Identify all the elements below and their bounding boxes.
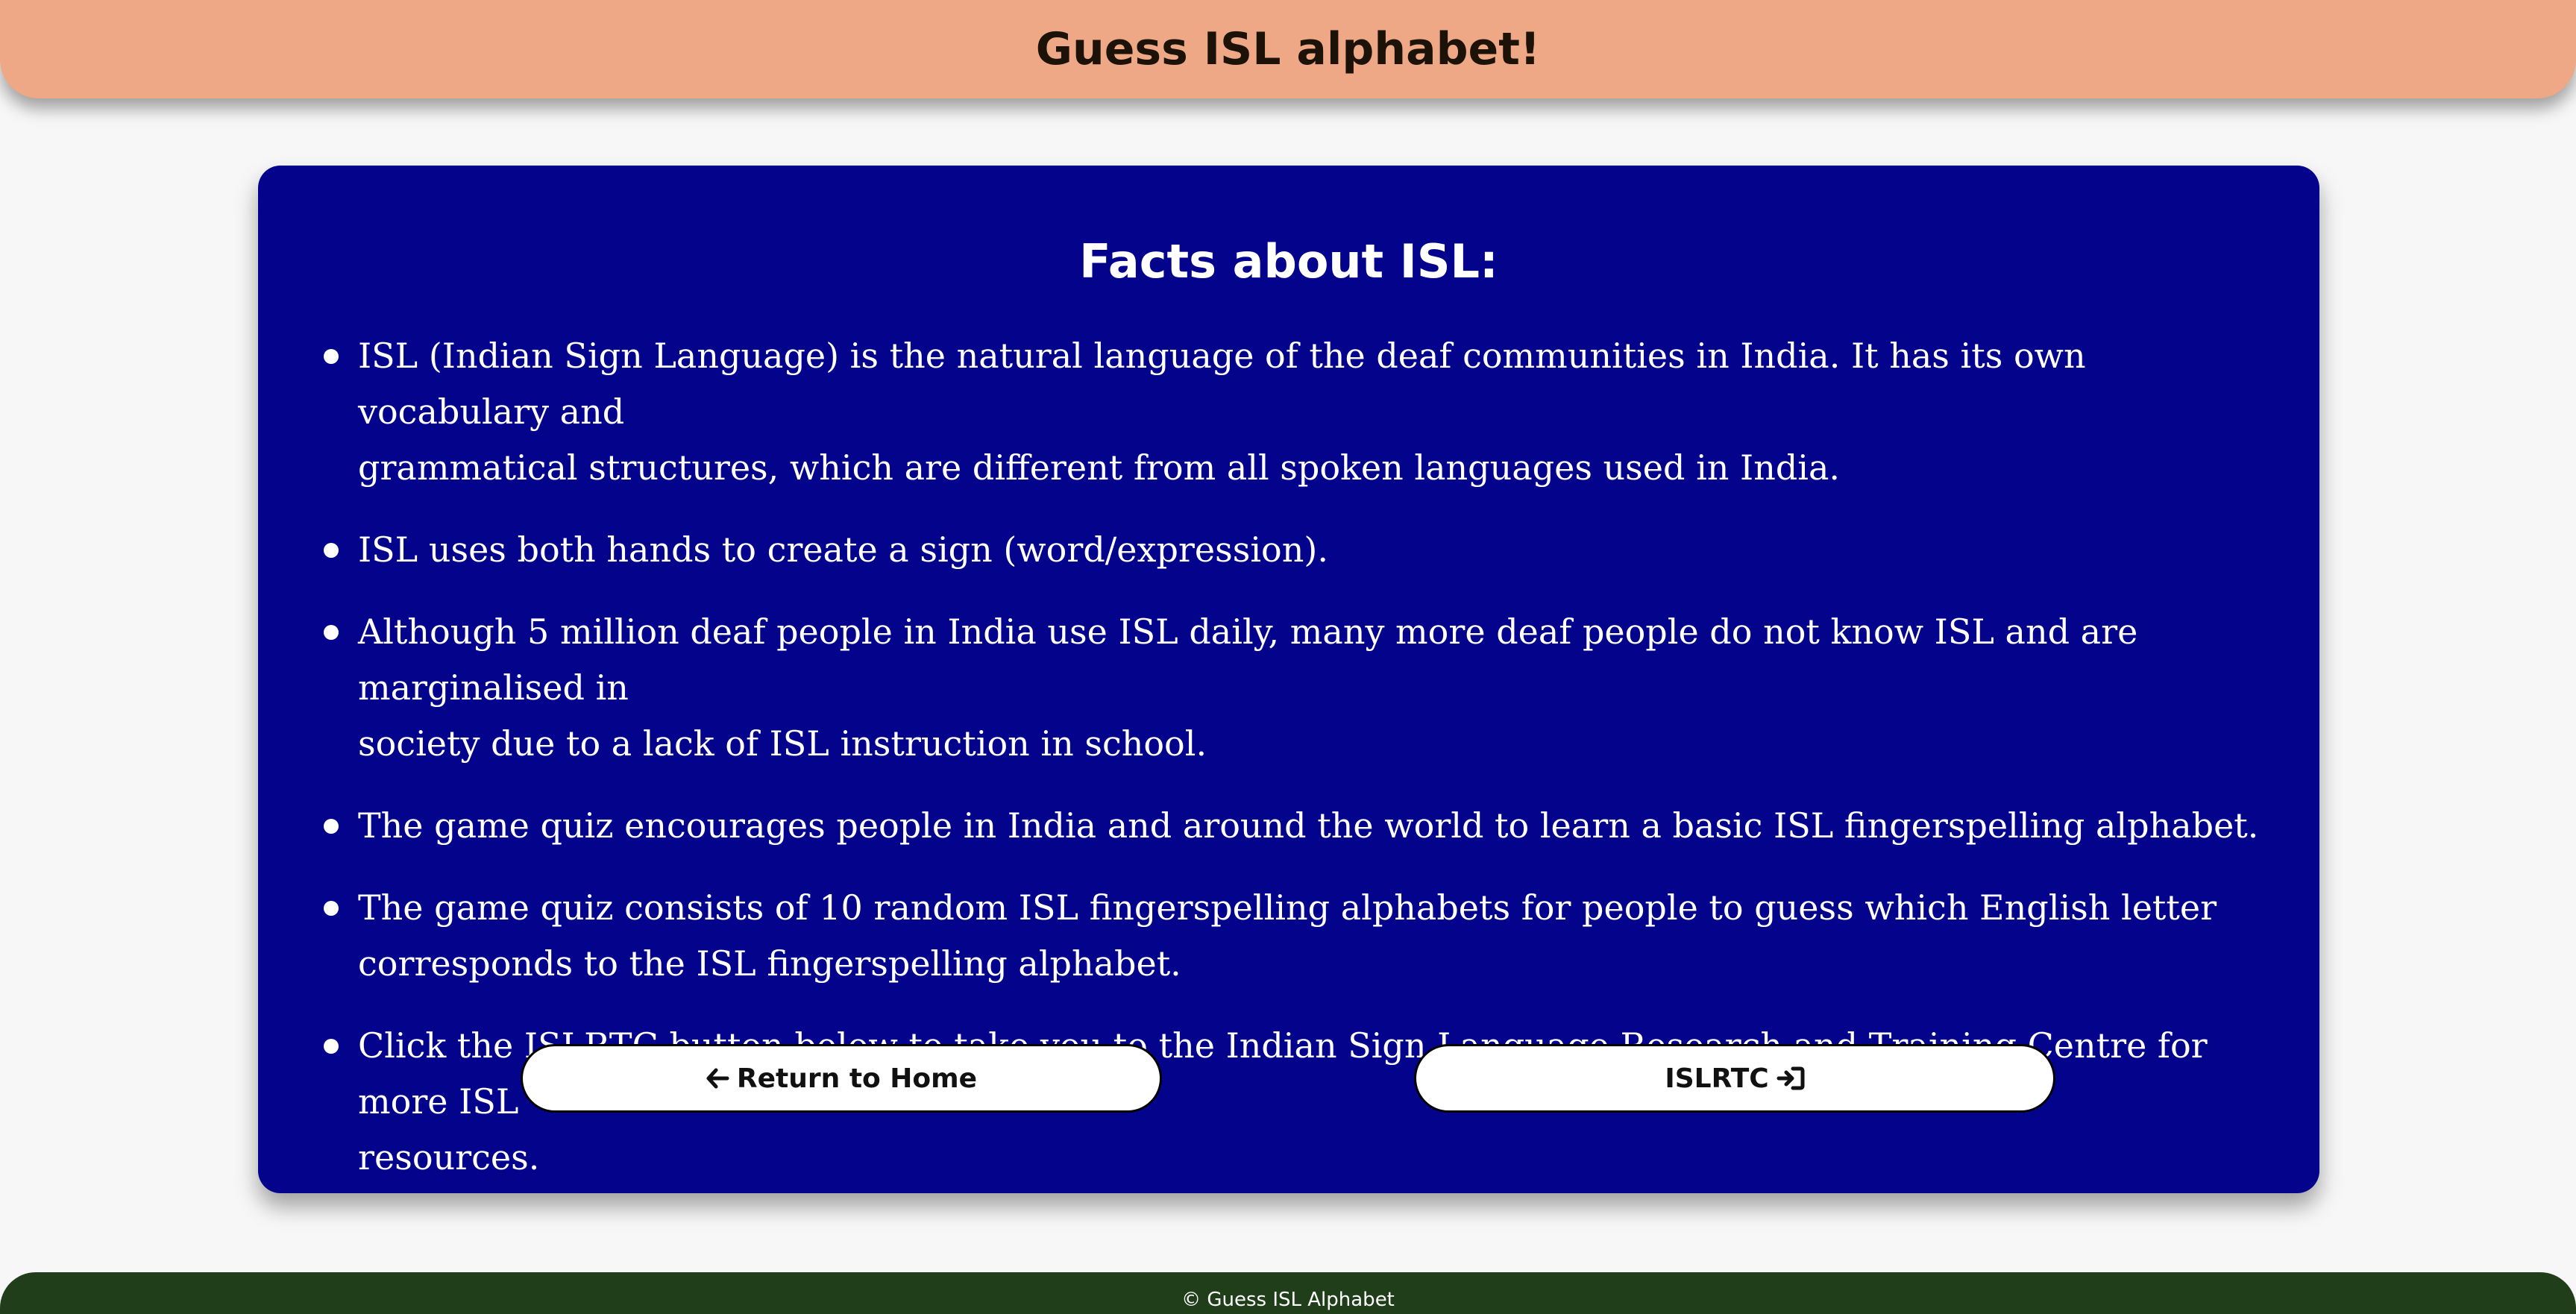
- fact-text: The game quiz consists of 10 random ISL …: [358, 887, 2217, 984]
- return-home-label: Return to Home: [736, 1063, 978, 1094]
- bullet-icon: [324, 625, 339, 640]
- fact-item: The game quiz encourages people in India…: [324, 798, 2263, 854]
- fact-text: Although 5 million deaf people in India …: [358, 612, 2138, 764]
- bullet-icon: [324, 543, 339, 558]
- fact-item: ISL uses both hands to create a sign (wo…: [324, 522, 2263, 578]
- facts-heading: Facts about ISL:: [1079, 234, 1498, 289]
- bullet-icon: [324, 819, 339, 834]
- bullet-icon: [324, 901, 339, 916]
- site-footer: © Guess ISL Alphabet: [0, 1272, 2576, 1314]
- sign-in-icon: [1777, 1066, 1805, 1091]
- facts-card: Facts about ISL: ISL (Indian Sign Langua…: [258, 166, 2319, 1193]
- fact-text: ISL (Indian Sign Language) is the natura…: [358, 336, 2086, 488]
- bullet-icon: [324, 349, 339, 364]
- fact-item: Although 5 million deaf people in India …: [324, 604, 2263, 772]
- copyright-text: © Guess ISL Alphabet: [1181, 1289, 1395, 1311]
- page-title: Guess ISL alphabet!: [1035, 23, 1541, 75]
- fact-text: ISL uses both hands to create a sign (wo…: [358, 529, 1328, 570]
- fact-text: The game quiz encourages people in India…: [358, 805, 2259, 846]
- return-home-button[interactable]: Return to Home: [521, 1044, 1162, 1113]
- arrow-left-icon: [706, 1066, 729, 1090]
- site-header: Guess ISL alphabet!: [0, 0, 2576, 98]
- bullet-icon: [324, 1039, 339, 1054]
- fact-item: ISL (Indian Sign Language) is the natura…: [324, 328, 2263, 496]
- islrtc-label: ISLRTC: [1665, 1063, 1769, 1094]
- islrtc-button[interactable]: ISLRTC: [1414, 1044, 2055, 1113]
- fact-item: The game quiz consists of 10 random ISL …: [324, 880, 2263, 992]
